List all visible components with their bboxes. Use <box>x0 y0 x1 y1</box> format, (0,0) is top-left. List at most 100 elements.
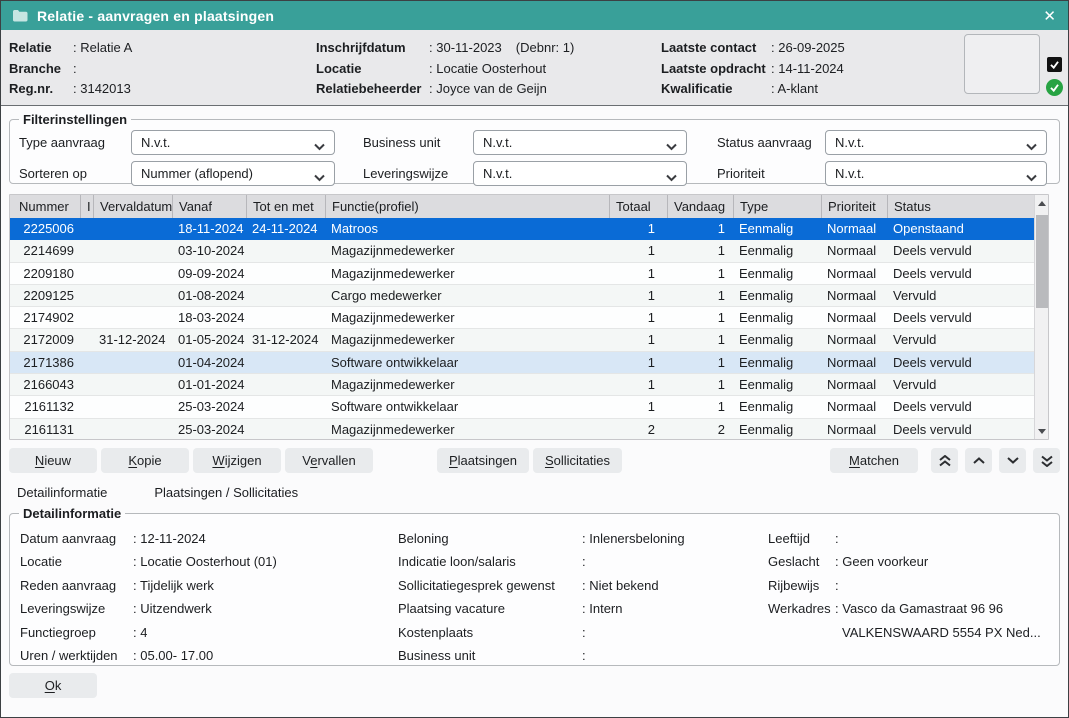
move-first-button[interactable] <box>931 448 958 473</box>
kopie-button[interactable]: Kopie <box>101 448 189 473</box>
filter-label: Sorteren op <box>19 166 131 181</box>
table-row[interactable]: 216113225-03-2024Software ontwikkelaar11… <box>10 396 1034 418</box>
table-cell: Normaal <box>822 329 888 350</box>
debnr-value: (Debnr: 1) <box>516 40 575 55</box>
window-title: Relatie - aanvragen en plaatsingen <box>37 8 274 24</box>
table-cell: Deels vervuld <box>888 396 1034 417</box>
table-cell: Deels vervuld <box>888 352 1034 373</box>
relatie-window: Relatie - aanvragen en plaatsingen ✕ Rel… <box>0 0 1069 718</box>
detail-value <box>835 574 842 597</box>
move-up-button[interactable] <box>965 448 992 473</box>
matchen-button[interactable]: Matchen <box>830 448 918 473</box>
table-cell: 1 <box>610 285 668 306</box>
column-header[interactable]: Vandaag <box>668 195 734 218</box>
detail-label: Locatie <box>20 550 133 573</box>
nieuw-button[interactable]: Nieuw <box>9 448 97 473</box>
table-cell <box>81 218 94 239</box>
tab-plaatsingen-sollicitaties[interactable]: Plaatsingen / Sollicitaties <box>154 485 298 501</box>
table-cell: 2166043 <box>10 374 81 395</box>
column-header[interactable]: Totaal <box>610 195 668 218</box>
table-cell: Matroos <box>326 218 610 239</box>
column-header[interactable]: Vervaldatum <box>94 195 173 218</box>
column-header[interactable]: I <box>81 195 94 218</box>
table-row[interactable]: 222500618-11-202424-11-2024Matroos11Eenm… <box>10 218 1034 240</box>
table-cell: Vervuld <box>888 329 1034 350</box>
table-cell: Magazijnmedewerker <box>326 240 610 261</box>
table-cell <box>81 285 94 306</box>
table-row[interactable]: 217138601-04-2024Software ontwikkelaar11… <box>10 352 1034 374</box>
table-cell: Magazijnmedewerker <box>326 329 610 350</box>
table-cell: Magazijnmedewerker <box>326 263 610 284</box>
field-label: Locatie <box>316 59 429 80</box>
table-cell: 1 <box>668 352 734 373</box>
table-cell: Deels vervuld <box>888 240 1034 261</box>
tab-detailinformatie[interactable]: Detailinformatie <box>17 485 107 501</box>
column-header[interactable]: Tot en met <box>247 195 326 218</box>
column-header[interactable]: Prioriteit <box>822 195 888 218</box>
plaatsingen-button[interactable]: Plaatsingen <box>437 448 529 473</box>
table-row[interactable]: 221469903-10-2024Magazijnmedewerker11Een… <box>10 240 1034 262</box>
leveringswijze-select[interactable]: N.v.t. <box>473 161 687 186</box>
wijzigen-button[interactable]: Wijzigen <box>193 448 281 473</box>
table-cell: Openstaand <box>888 218 1034 239</box>
table-cell <box>94 352 173 373</box>
table-cell: 1 <box>668 285 734 306</box>
close-icon[interactable]: ✕ <box>1043 1 1056 30</box>
ok-button[interactable]: Ok <box>9 673 97 698</box>
table-cell: 2174902 <box>10 307 81 328</box>
detail-value: Niet bekend <box>582 574 659 597</box>
table-row[interactable]: 220918009-09-2024Magazijnmedewerker11Een… <box>10 263 1034 285</box>
select-value: N.v.t. <box>141 135 170 150</box>
vervallen-button[interactable]: Vervallen <box>285 448 373 473</box>
type-aanvraag-select[interactable]: N.v.t. <box>131 130 335 155</box>
checked-checkbox-icon[interactable] <box>1047 57 1062 72</box>
move-down-button[interactable] <box>999 448 1026 473</box>
table-row[interactable]: 216113125-03-2024Magazijnmedewerker22Een… <box>10 419 1034 439</box>
table-cell <box>247 240 326 261</box>
table-cell <box>94 285 173 306</box>
scrollbar-up-arrow[interactable] <box>1035 195 1048 211</box>
folder-icon <box>12 9 28 22</box>
detail-label: Kostenplaats <box>398 621 582 644</box>
scrollbar-down-arrow[interactable] <box>1035 423 1048 439</box>
detail-value: Geen voorkeur <box>835 550 928 573</box>
select-value: N.v.t. <box>483 166 512 181</box>
prioriteit-select[interactable]: N.v.t. <box>825 161 1047 186</box>
detail-label: Reden aanvraag <box>20 574 133 597</box>
table-cell <box>247 374 326 395</box>
table-cell: 1 <box>668 240 734 261</box>
detail-value: Vasco da Gamastraat 96 96VALKENSWAARD 55… <box>835 597 1041 644</box>
field-label: Relatiebeheerder <box>316 79 429 100</box>
detail-value <box>835 527 842 550</box>
table-cell <box>81 419 94 439</box>
table-cell <box>94 240 173 261</box>
detail-label: Plaatsing vacature <box>398 597 582 620</box>
table-cell: Vervuld <box>888 285 1034 306</box>
detail-tabs: Detailinformatie Plaatsingen / Sollicita… <box>17 485 1068 501</box>
business-unit-select[interactable]: N.v.t. <box>473 130 687 155</box>
column-header[interactable]: Nummer <box>10 195 81 218</box>
status-aanvraag-select[interactable]: N.v.t. <box>825 130 1047 155</box>
table-cell: Eenmalig <box>734 218 822 239</box>
table-cell: 1 <box>610 352 668 373</box>
column-header[interactable]: Type <box>734 195 822 218</box>
table-cell: 1 <box>610 218 668 239</box>
move-last-button[interactable] <box>1033 448 1060 473</box>
vertical-scrollbar[interactable] <box>1034 195 1048 439</box>
table-row[interactable]: 217200931-12-202401-05-202431-12-2024Mag… <box>10 329 1034 351</box>
table-cell: 31-12-2024 <box>247 329 326 350</box>
table-row[interactable]: 220912501-08-2024Cargo medewerker11Eenma… <box>10 285 1034 307</box>
chevron-down-icon <box>313 139 326 154</box>
field-value: Joyce van de Geijn <box>429 81 547 96</box>
table-cell: Vervuld <box>888 374 1034 395</box>
chevron-down-icon <box>1025 170 1038 185</box>
sollicitaties-button[interactable]: Sollicitaties <box>533 448 622 473</box>
column-header[interactable]: Vanaf <box>173 195 247 218</box>
column-header[interactable]: Functie(profiel) <box>326 195 610 218</box>
table-row[interactable]: 216604301-01-2024Magazijnmedewerker11Een… <box>10 374 1034 396</box>
column-header[interactable]: Status <box>888 195 1034 218</box>
scrollbar-thumb[interactable] <box>1036 215 1048 308</box>
table-row[interactable]: 217490218-03-2024Magazijnmedewerker11Een… <box>10 307 1034 329</box>
sorteren-op-select[interactable]: Nummer (aflopend) <box>131 161 335 186</box>
table-cell <box>247 307 326 328</box>
